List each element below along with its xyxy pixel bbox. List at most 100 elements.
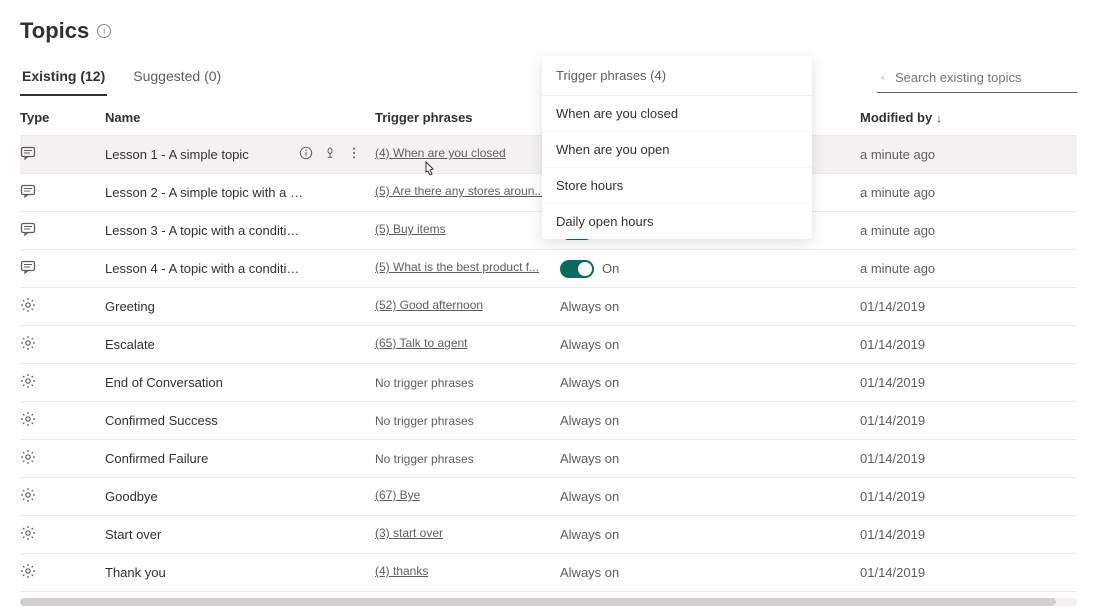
trigger-phrases-link[interactable]: (3) start over [375,526,443,540]
trigger-phrases-link[interactable]: (5) What is the best product f... [375,260,539,274]
search-input-wrapper[interactable] [877,65,1077,93]
trigger-phrases-cell: No trigger phrases [375,451,560,466]
trigger-phrases-cell: (5) Buy items [375,222,560,239]
popover-item[interactable]: When are you open [542,132,812,168]
status-cell: Always on [560,451,860,466]
gear-topic-icon [20,449,105,468]
topic-name-cell[interactable]: Greeting [105,299,375,314]
topic-name: Start over [105,527,161,542]
trigger-phrases-link[interactable]: (4) thanks [375,564,428,578]
modified-cell: 01/14/2019 [860,527,1080,542]
info-icon[interactable]: i [97,24,111,38]
table-row[interactable]: Start over (3) start over Always on 01/14/2… [20,516,1077,554]
analytics-icon[interactable] [323,146,337,163]
gear-topic-icon [20,335,105,354]
status-label: On [602,261,619,276]
topic-name-cell[interactable]: Confirmed Success [105,413,375,428]
topic-name-cell[interactable]: Lesson 3 - A topic with a condition, var… [105,223,375,238]
gear-topic-icon [20,411,105,430]
table-row[interactable]: Lesson 4 - A topic with a condition, var… [20,250,1077,288]
tabs: Existing (12) Suggested (0) [20,62,223,96]
table-row[interactable]: Thank you(4) thanks Always on 01/14/2019 [20,554,1077,592]
modified-cell: 01/14/2019 [860,299,1080,314]
status-toggle[interactable] [560,260,594,278]
trigger-phrases-cell: (4) When are you closed [375,146,560,163]
status-label: Always on [560,413,619,428]
trigger-phrases-cell: (5) Are there any stores aroun... [375,184,560,201]
modified-cell: a minute ago [860,261,1080,276]
topic-name: Escalate [105,337,155,352]
search-input[interactable] [893,69,1073,86]
table-row[interactable]: End of ConversationNo trigger phrasesAlw… [20,364,1077,402]
search-icon [881,71,885,85]
table-row[interactable]: Confirmed Success No trigger phrases Alway… [20,402,1077,440]
trigger-phrases-cell: (4) thanks [375,564,560,581]
table-row[interactable]: Confirmed Failure No trigger phrases Alway… [20,440,1077,478]
topic-name-cell[interactable]: Thank you [105,565,375,580]
chat-topic-icon [20,183,105,202]
no-trigger-label: No trigger phrases [375,376,474,390]
trigger-phrases-cell: (67) Bye [375,488,560,505]
table-row[interactable]: Escalate(65) Talk to agentAlways on01/14… [20,326,1077,364]
trigger-phrases-link[interactable]: (52) Good afternoon [375,298,483,312]
trigger-phrases-link[interactable]: (5) Buy items [375,222,446,236]
topic-name-cell[interactable]: Lesson 1 - A simple topic [105,146,375,163]
horizontal-scrollbar[interactable] [20,598,1077,606]
chat-topic-icon [20,145,105,164]
table-row[interactable]: Greeting (52) Good afternoon Always on 01/1… [20,288,1077,326]
trigger-phrases-link[interactable]: (65) Talk to agent [375,336,468,350]
status-label: Always on [560,565,619,580]
col-header-name[interactable]: Name [105,110,375,125]
topic-name-cell[interactable]: End of Conversation [105,375,375,390]
popover-item[interactable]: When are you closed [542,96,812,132]
col-header-trigger[interactable]: Trigger phrases [375,110,560,125]
trigger-phrases-link[interactable]: (5) Are there any stores aroun... [375,184,544,198]
trigger-phrases-cell: No trigger phrases [375,413,560,428]
trigger-phrases-cell: (52) Good afternoon [375,298,560,315]
chat-topic-icon [20,221,105,240]
page-title: Topics [20,18,89,44]
trigger-phrases-cell: (65) Talk to agent [375,336,560,353]
topic-name-cell[interactable]: Start over [105,527,375,542]
topic-name: Confirmed Failure [105,451,208,466]
modified-cell: a minute ago [860,147,1080,162]
topic-name-cell[interactable]: Escalate [105,337,375,352]
status-label: Always on [560,337,619,352]
modified-cell: 01/14/2019 [860,375,1080,390]
popover-item[interactable]: Store hours [542,168,812,204]
topic-name: End of Conversation [105,375,223,390]
topic-name: Goodbye [105,489,158,504]
topic-name: Confirmed Success [105,413,218,428]
details-icon[interactable] [299,146,313,163]
trigger-phrases-link[interactable]: (4) When are you closed [375,146,506,160]
topic-name-cell[interactable]: Lesson 4 - A topic with a condition, var… [105,261,375,276]
col-header-modified[interactable]: Modified by↓ [860,110,1080,125]
trigger-phrases-link[interactable]: (67) Bye [375,488,420,502]
modified-cell: 01/14/2019 [860,413,1080,428]
page-header: Topics i [20,0,1077,56]
gear-topic-icon [20,297,105,316]
tab-existing[interactable]: Existing (12) [20,62,107,96]
popover-item[interactable]: Daily open hours [542,204,812,239]
gear-topic-icon [20,525,105,544]
trigger-phrases-cell: No trigger phrases [375,375,560,390]
topic-name-cell[interactable]: Goodbye [105,489,375,504]
tab-suggested[interactable]: Suggested (0) [131,62,223,96]
scroll-thumb[interactable] [20,598,1056,606]
popover-title: Trigger phrases (4) [542,56,812,96]
topic-name: Lesson 4 - A topic with a condition, var… [105,261,305,276]
status-cell: Always on [560,527,860,542]
trigger-phrases-popover: Trigger phrases (4) When are you closedW… [542,56,812,239]
topic-name: Greeting [105,299,155,314]
col-header-type[interactable]: Type [20,110,105,125]
status-label: Always on [560,299,619,314]
table-row[interactable]: Goodbye(67) ByeAlways on01/14/2019 [20,478,1077,516]
trigger-phrases-cell: (3) start over [375,526,560,543]
no-trigger-label: No trigger phrases [375,414,474,428]
topic-name-cell[interactable]: Confirmed Failure [105,451,375,466]
modified-cell: 01/14/2019 [860,565,1080,580]
status-label: Always on [560,527,619,542]
no-trigger-label: No trigger phrases [375,452,474,466]
more-icon[interactable] [347,146,361,163]
topic-name-cell[interactable]: Lesson 2 - A simple topic with a conditi… [105,185,375,200]
